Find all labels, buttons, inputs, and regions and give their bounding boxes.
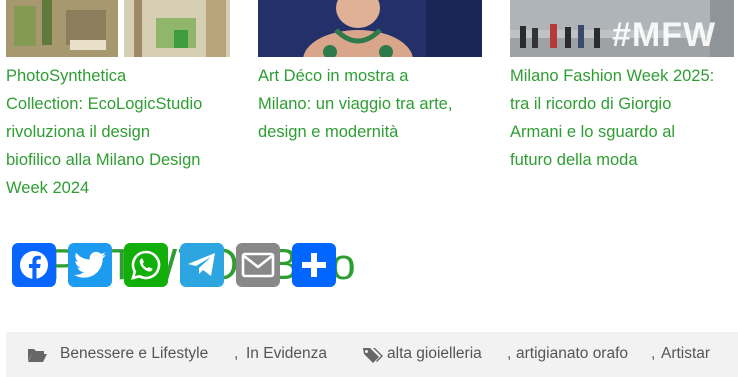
category-link-benessere[interactable]: Benessere e Lifestyle xyxy=(60,345,208,363)
email-icon xyxy=(241,252,275,278)
mfw-image-text: #MFW xyxy=(612,16,717,54)
related-post-title-2[interactable]: Art Déco in mostra a Milano: un viaggio … xyxy=(258,62,494,146)
tag-separator-1: , xyxy=(507,345,512,362)
twitter-icon xyxy=(74,251,106,278)
telegram-share-button[interactable] xyxy=(180,243,224,287)
tag-link-artistar[interactable]: Artistar xyxy=(661,345,710,363)
whatsapp-share-button[interactable] xyxy=(124,243,168,287)
related-post-thumbnail-3[interactable]: #MFW xyxy=(510,0,734,57)
related-post-title-3[interactable]: Milano Fashion Week 2025: tra il ricordo… xyxy=(510,62,738,174)
telegram-icon xyxy=(188,253,215,276)
related-post-title-1[interactable]: PhotoSynthetica Collection: EcoLogicStud… xyxy=(6,62,242,202)
tag-link-alta-gioielleria[interactable]: alta gioielleria xyxy=(387,345,482,363)
category-link-in-evidenza[interactable]: In Evidenza xyxy=(246,345,327,363)
tags-icon xyxy=(363,348,383,363)
facebook-share-button[interactable] xyxy=(12,243,56,287)
related-post-thumbnail-2[interactable] xyxy=(258,0,482,57)
facebook-icon xyxy=(20,251,48,279)
email-share-button[interactable] xyxy=(236,243,280,287)
share-more-button[interactable] xyxy=(292,243,336,287)
plus-icon xyxy=(302,253,326,277)
post-meta-bar: Benessere e Lifestyle , In Evidenza alta… xyxy=(6,332,738,377)
tag-link-artigianato-orafo[interactable]: artigianato orafo xyxy=(516,345,628,363)
whatsapp-icon xyxy=(131,250,161,280)
twitter-share-button[interactable] xyxy=(68,243,112,287)
folder-open-icon xyxy=(28,349,47,362)
tag-separator-2: , xyxy=(651,345,656,362)
related-post-thumbnail-1[interactable] xyxy=(6,0,230,57)
share-bar: OPPTWTOEBCo xyxy=(0,238,420,294)
category-separator: , xyxy=(234,345,239,362)
